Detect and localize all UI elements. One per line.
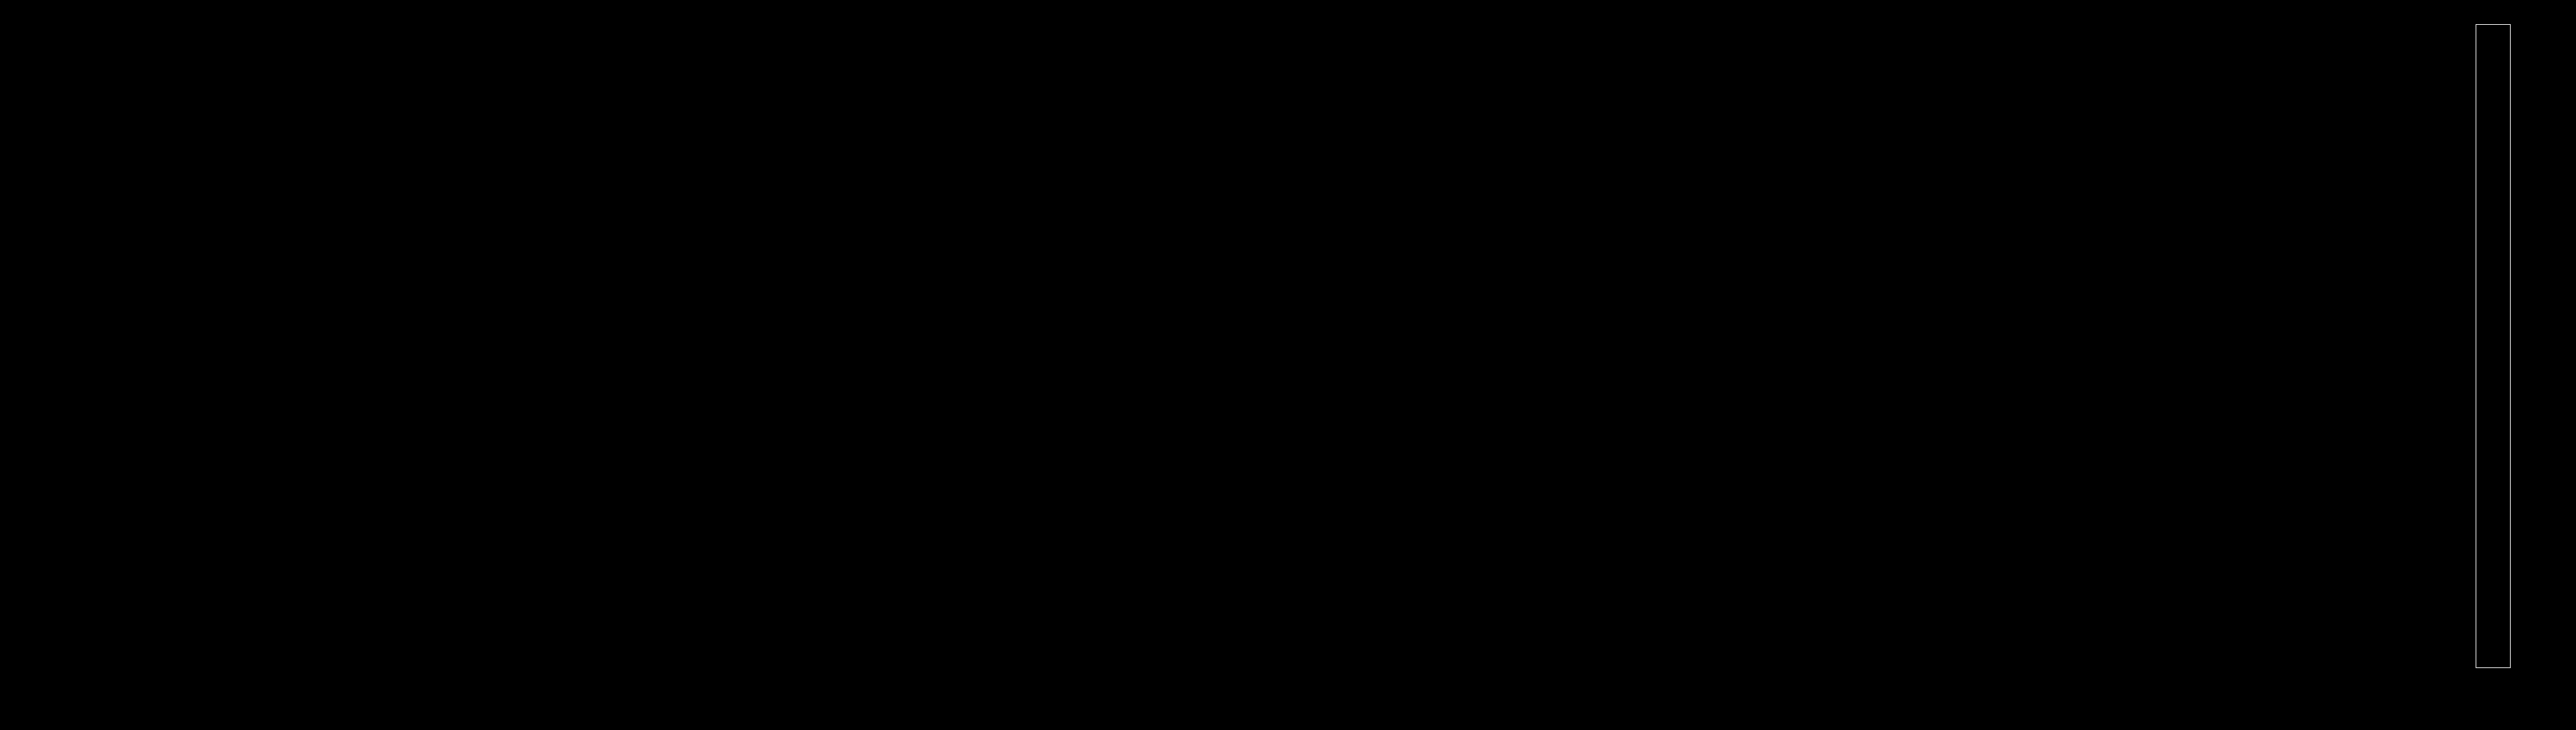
- lidar-heatmap-canvas: [69, 19, 2334, 676]
- plot-area: [69, 19, 2334, 676]
- colorbar: [2476, 24, 2511, 668]
- ceilometer-quicklook-window: [0, 0, 2576, 730]
